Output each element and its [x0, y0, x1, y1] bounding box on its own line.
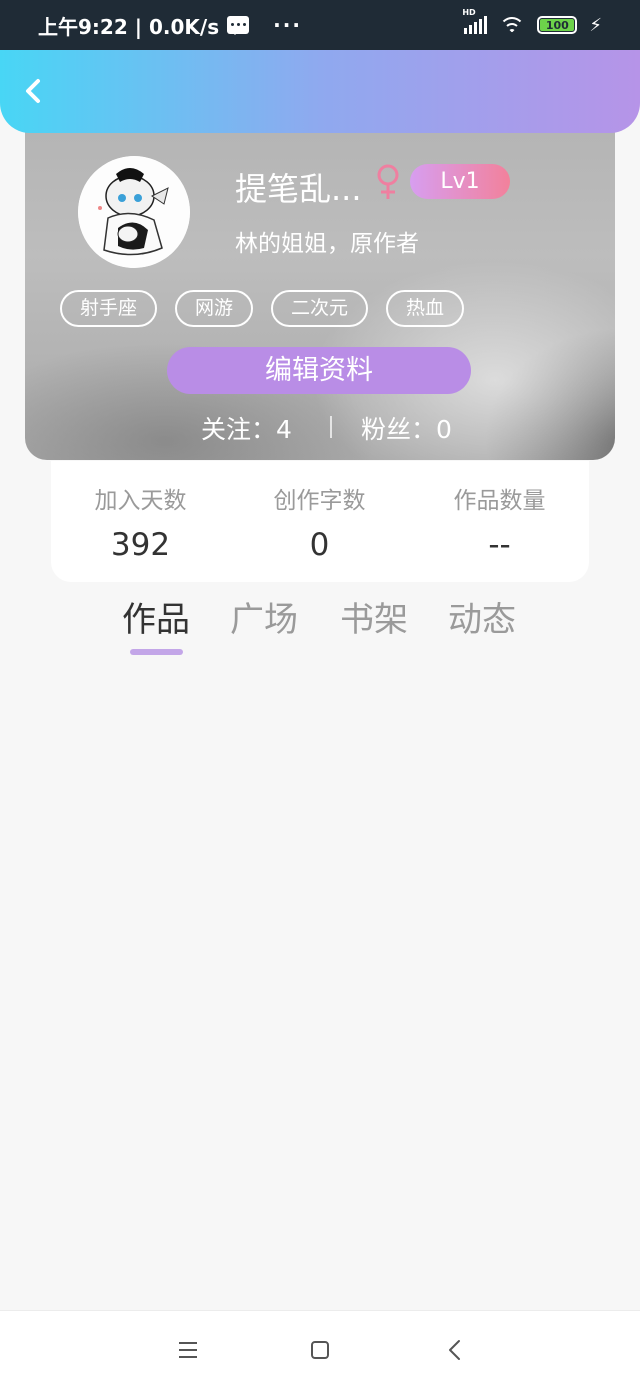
female-icon: [377, 164, 399, 199]
edit-profile-button[interactable]: 编辑资料: [167, 347, 471, 394]
level-badge: Lv1: [410, 164, 510, 199]
stat-value: 0: [309, 527, 330, 563]
stat-label: 作品数量: [453, 488, 546, 514]
stat-label: 创作字数: [273, 488, 366, 514]
stat-works-count: 作品数量 --: [410, 481, 589, 563]
followers-count[interactable]: 粉丝：0: [361, 410, 452, 446]
wifi-icon: [499, 15, 526, 35]
stat-label: 加入天数: [94, 488, 187, 514]
following-count[interactable]: 关注：4: [201, 410, 292, 446]
follow-stats: 关注：4 粉丝：0: [25, 410, 615, 446]
signal-icon: HD: [462, 8, 488, 34]
nickname: 提笔乱...: [235, 170, 362, 208]
status-time-speed: 上午9:22 | 0.0K/s: [38, 14, 220, 39]
stats-card: 加入天数 392 创作字数 0 作品数量 --: [51, 461, 589, 582]
stat-value: --: [488, 527, 511, 563]
tab-bookshelf[interactable]: 书架: [340, 592, 408, 641]
status-bar: 上午9:22 | 0.0K/s ··· HD 100 ⚡: [0, 0, 640, 50]
battery-icon: 100: [537, 16, 578, 34]
tab-activity[interactable]: 动态: [448, 592, 516, 641]
charging-icon: ⚡: [589, 14, 602, 36]
follow-divider: [330, 416, 332, 438]
tag-item: 网游: [175, 290, 254, 327]
stat-word-count: 创作字数 0: [230, 481, 409, 563]
status-left: 上午9:22 | 0.0K/s ···: [38, 11, 302, 40]
network-type-label: HD: [462, 8, 476, 17]
message-notification-icon: [227, 16, 250, 35]
home-icon[interactable]: [305, 1335, 335, 1365]
avatar-illustration: [78, 156, 190, 268]
tab-works[interactable]: 作品: [122, 592, 190, 641]
tab-bar: 作品 广场 书架 动态: [0, 592, 640, 662]
system-nav-bar: [0, 1310, 640, 1387]
avatar[interactable]: [78, 156, 190, 268]
menu-icon[interactable]: [173, 1335, 203, 1365]
stat-join-days: 加入天数 392: [51, 481, 230, 563]
signature: 林的姐姐，原作者: [235, 231, 419, 257]
tag-item: 射手座: [60, 290, 158, 327]
header-bar: [0, 47, 640, 133]
active-tab-indicator: [130, 649, 183, 655]
tag-item: 热血: [386, 290, 465, 327]
back-nav-icon[interactable]: [440, 1335, 470, 1365]
profile-card: 提笔乱... Lv1 林的姐姐，原作者 射手座 网游 二次元 热血 编辑资料 关…: [25, 120, 615, 460]
tag-item: 二次元: [271, 290, 369, 327]
battery-level: 100: [545, 18, 569, 32]
status-right: HD 100 ⚡: [462, 8, 602, 36]
more-notifications-indicator: ···: [273, 13, 302, 37]
tab-square[interactable]: 广场: [230, 592, 298, 641]
back-icon[interactable]: [20, 77, 48, 105]
stat-value: 392: [110, 527, 171, 563]
tag-list: 射手座 网游 二次元 热血: [60, 290, 465, 327]
